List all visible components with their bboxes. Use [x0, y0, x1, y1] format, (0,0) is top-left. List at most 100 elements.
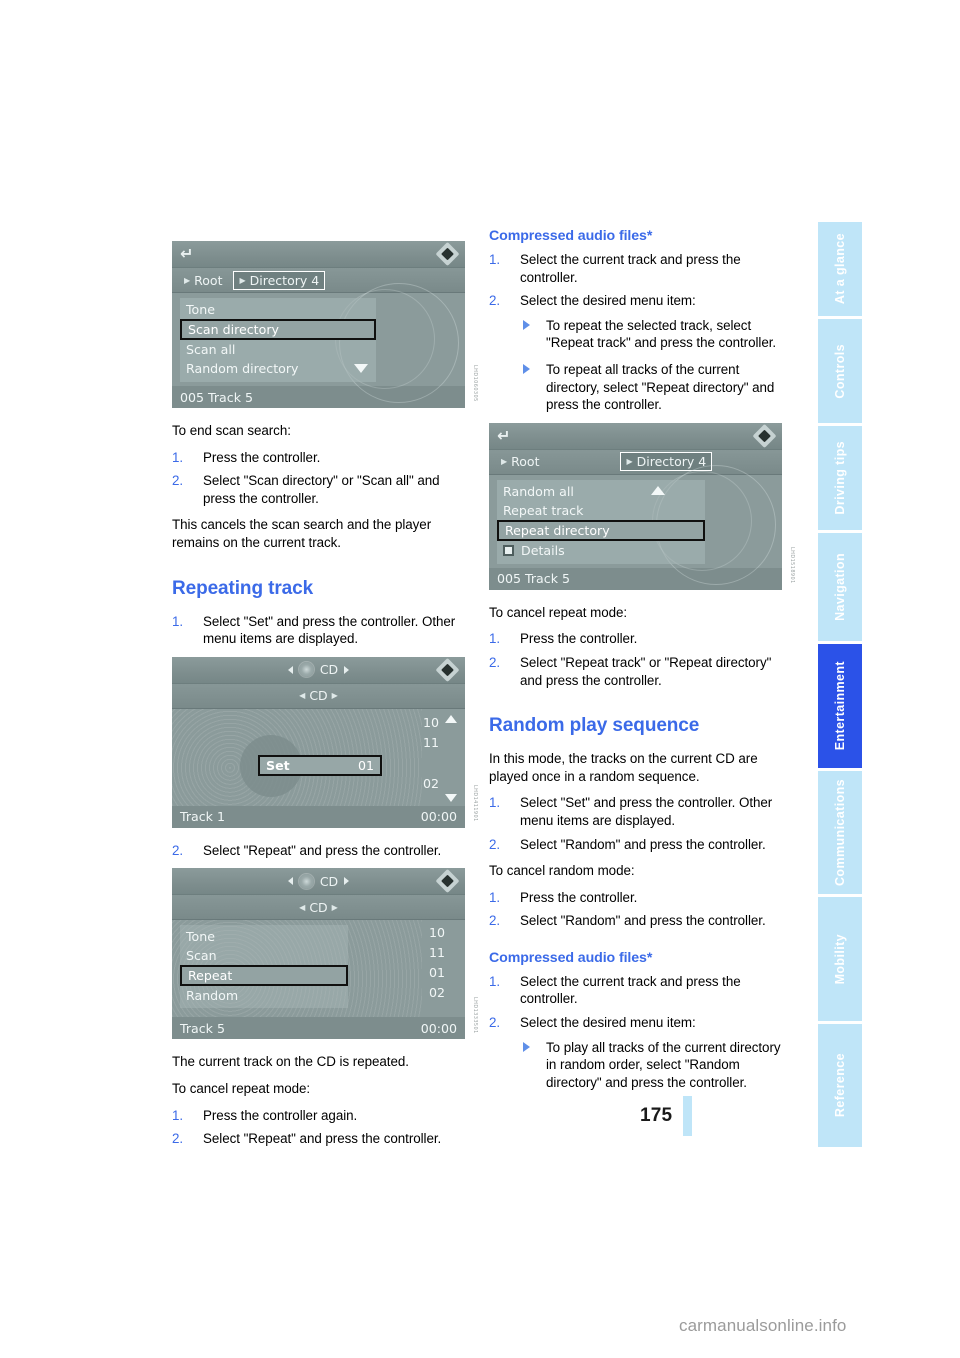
scroll-up-caret-icon[interactable] [651, 485, 665, 495]
checkbox-icon[interactable] [503, 544, 514, 556]
sidebar-tab-controls[interactable]: Controls [818, 319, 862, 423]
track-number[interactable]: 10 [423, 714, 445, 731]
next-arrow-icon[interactable] [344, 877, 350, 886]
next-arrow-icon[interactable] [344, 665, 350, 674]
controller-diamond-icon[interactable] [435, 869, 460, 894]
back-arrow-icon[interactable]: ↵ [180, 246, 193, 262]
breadcrumb-label: Root [511, 454, 540, 470]
source-selector[interactable]: CD [287, 873, 350, 889]
list-item-text: Select "Repeat" and press the controller… [203, 1131, 442, 1147]
list-item: 2. Select "Repeat" and press the control… [172, 842, 469, 860]
section-tab-rail: At a glance Controls Driving tips Naviga… [818, 222, 862, 1150]
sidebar-tab-entertainment[interactable]: Entertainment [818, 644, 862, 768]
to-end-scan-heading: To end scan search: [172, 423, 291, 438]
random-paragraph: In this mode, the tracks on the current … [489, 751, 758, 784]
track-number[interactable]: 11 [423, 734, 445, 751]
sidebar-tab-navigation[interactable]: Navigation [818, 532, 862, 642]
sidebar-tab-mobility[interactable]: Mobility [818, 897, 862, 1021]
list-number: 2. [172, 1131, 184, 1147]
list-item: To repeat the selected track, select "Re… [520, 317, 786, 352]
triangle-bullet-icon [523, 363, 530, 374]
idrive-menu-list: Random all Repeat track Repeat directory… [497, 479, 705, 564]
menu-item-selected[interactable]: Repeat [180, 965, 348, 987]
left-text-column: ↵ ▶ Root ▶ Directory 4 Tone Scan directo… [172, 232, 478, 1157]
selected-track-number: 01 [357, 757, 374, 773]
menu-item[interactable]: Random [180, 986, 348, 1005]
track-number[interactable]: 11 [429, 944, 451, 961]
figure-repeat-directory-screen: ↵ ▶ Root ▶ Directory 4 Random all Repeat… [489, 422, 795, 590]
breadcrumb-item-directory[interactable]: ▶ Directory 4 [620, 452, 713, 472]
sub-source-label: CD [309, 688, 328, 704]
chevron-right-icon[interactable]: ▶ [332, 903, 338, 912]
breadcrumb-item-root[interactable]: ▶ Root [179, 272, 227, 289]
page-heading-repeating-track: Repeating track [172, 577, 314, 599]
heading-compressed-audio-files-1: Compressed audio files* [489, 228, 653, 244]
sidebar-tab-communications[interactable]: Communications [818, 770, 862, 895]
menu-item-label: Scan [186, 948, 217, 964]
idrive-status-bar: 005 Track 5 [172, 386, 465, 408]
cancel-random-steps: 1. Press the controller. 2. Select "Rand… [489, 889, 786, 930]
repeating-track-steps: 1. Select "Set" and press the controller… [172, 613, 469, 648]
sidebar-tab-reference[interactable]: Reference [818, 1023, 862, 1147]
list-item: 2. Select "Random" and press the control… [489, 836, 786, 854]
controller-diamond-icon[interactable] [435, 241, 460, 267]
track-number[interactable]: 01 [429, 964, 451, 981]
track-number[interactable]: 02 [429, 984, 451, 1001]
menu-item[interactable]: Repeat track [497, 501, 705, 520]
prev-arrow-icon[interactable] [287, 877, 293, 886]
idrive-menu-list: Tone Scan directory Scan all Random dire… [180, 298, 376, 382]
menu-item-selected[interactable]: Scan directory [180, 319, 376, 340]
right-text-column: Compressed audio files* 1. Select the cu… [489, 228, 795, 1100]
track-number[interactable]: 02 [423, 775, 445, 792]
idrive-title-bar: ↵ [489, 422, 782, 450]
list-item-text: Select the current track and press the c… [520, 973, 741, 1007]
menu-item-selected[interactable]: Repeat directory [497, 519, 705, 541]
sidebar-tab-at-a-glance[interactable]: At a glance [818, 222, 862, 317]
menu-item-label: Repeat [188, 968, 233, 984]
sub-source-bar: ◀ CD ▶ [172, 895, 465, 921]
sidebar-tab-driving-tips[interactable]: Driving tips [818, 425, 862, 530]
menu-item-details[interactable]: Details [497, 541, 705, 560]
breadcrumb-item-root[interactable]: ▶ Root [496, 453, 544, 470]
menu-item[interactable]: Random directory [180, 359, 376, 378]
scroll-down-caret-icon[interactable] [445, 793, 457, 802]
menu-item[interactable]: Tone [180, 927, 348, 946]
idrive-menu-body: Tone Scan directory Scan all Random dire… [172, 283, 465, 403]
scroll-down-caret-icon[interactable] [354, 364, 368, 373]
controller-diamond-icon[interactable] [435, 657, 460, 682]
menu-item-label: Tone [186, 302, 215, 317]
list-number: 2. [172, 473, 184, 489]
list-item: 2. Select "Repeat track" or "Repeat dire… [489, 654, 786, 689]
list-number: 2. [489, 293, 501, 309]
idrive-screen: CD ◀ CD ▶ [172, 868, 465, 1040]
sub-source-selector[interactable]: ◀ CD ▶ [294, 899, 343, 916]
menu-item[interactable]: Tone [180, 300, 376, 319]
random-steps: 1. Select "Set" and press the controller… [489, 794, 786, 853]
list-number: 2. [489, 1015, 501, 1031]
list-item: 2. Select "Scan directory" or "Scan all"… [172, 472, 469, 507]
breadcrumb-label: Root [194, 272, 223, 288]
chevron-left-icon[interactable]: ◀ [299, 691, 305, 700]
scroll-up-caret-icon[interactable] [445, 714, 457, 723]
menu-item[interactable]: Random all [497, 482, 705, 501]
breadcrumb-item-directory[interactable]: ▶ Directory 4 [233, 270, 326, 290]
controller-diamond-icon[interactable] [752, 423, 777, 448]
figure-cd-repeat-menu-screen: CD ◀ CD ▶ Tone Scan Repeat Random 10 11 … [172, 868, 478, 1040]
track-number[interactable]: 10 [429, 924, 451, 941]
now-playing-label: 005 Track 5 [180, 389, 254, 405]
list-item-text: Select "Scan directory" or "Scan all" an… [203, 473, 440, 506]
compressed-bullets-1: To repeat the selected track, select "Re… [520, 317, 786, 414]
chevron-right-icon[interactable]: ▶ [332, 691, 338, 700]
list-item: 2. Select "Repeat" and press the control… [172, 1130, 469, 1148]
menu-item-set-selected[interactable]: Set 01 [258, 754, 382, 776]
back-arrow-icon[interactable]: ↵ [497, 427, 510, 444]
track-number-list: 10 11 02 [391, 714, 445, 792]
prev-arrow-icon[interactable] [287, 665, 293, 674]
menu-item[interactable]: Scan all [180, 340, 376, 359]
sub-source-selector[interactable]: ◀ CD ▶ [294, 687, 343, 704]
sub-source-label: CD [309, 899, 328, 915]
menu-item[interactable]: Scan [180, 946, 348, 965]
list-number: 1. [489, 252, 501, 267]
chevron-left-icon[interactable]: ◀ [299, 903, 305, 912]
source-selector[interactable]: CD [287, 662, 350, 678]
